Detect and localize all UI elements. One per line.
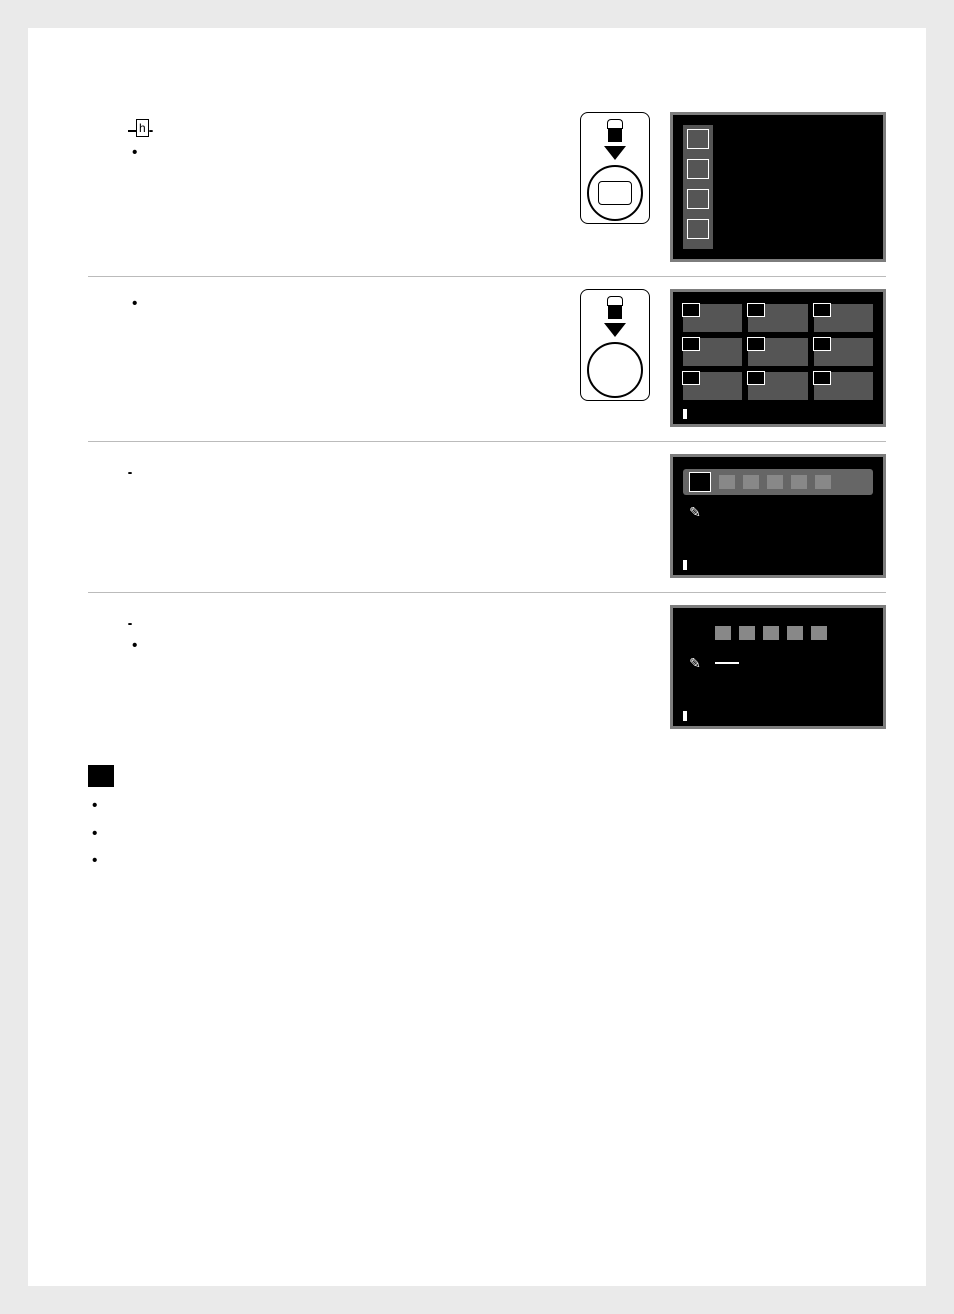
note-bullet [88,823,886,845]
color-swatch [715,626,731,640]
color-swatch [815,475,831,489]
lcd-footer [683,559,873,571]
menu-slot-date [687,219,709,239]
note-bullet-list [88,795,886,872]
folder-cell [683,304,742,332]
folder-cell [814,338,873,366]
color-swatch [791,475,807,489]
folder-cell [683,372,742,400]
step-2-note [128,295,570,313]
icon-option: ✎ [683,504,707,521]
manual-page: h [28,28,926,1286]
folder-cell [814,372,873,400]
color-swatch [811,626,827,640]
color-swatch [743,475,759,489]
step-3-text [128,454,670,480]
menu-slot-play [687,129,709,149]
step-1: h [88,100,886,277]
color-swatch [719,475,735,489]
menu-slot-auto [687,189,709,209]
camera-menu-diagram [570,289,660,401]
note-heading-row [88,765,886,787]
step-3: ✎ [88,442,886,593]
lcd-choose-icon-color: ✎ [670,454,886,578]
note-bullet [88,850,886,872]
color-swatch [739,626,755,640]
color-swatch [787,626,803,640]
lcd-playback-menu [670,112,886,262]
color-swatch [767,475,783,489]
ok-icon [128,472,132,474]
step-1-text: h [128,112,570,138]
step-number [88,605,128,729]
lcd-label-favorite-pictures [729,145,749,153]
step-1-note [128,144,570,162]
lcd-folder-grid [670,289,886,427]
step-2 [88,277,886,442]
step-number [88,112,128,262]
check-icon [88,765,114,787]
lcd-footer [683,710,873,722]
lcd-footer [683,408,873,420]
step-4-note [128,637,670,655]
icon-option-selected [715,662,739,664]
down-arrow-icon [604,323,626,337]
camera-button-diagram [570,112,660,224]
folder-cell [748,338,807,366]
note-bullet [88,795,886,817]
lcd-choose-icon: ✎ [670,605,886,729]
down-arrow-icon [604,146,626,160]
folder-cell [748,372,807,400]
step-number [88,289,128,427]
ok-icon [128,623,132,625]
favorites-mode-icon: h [136,119,149,137]
folder-cell [748,304,807,332]
menu-slot-fav [687,159,709,179]
folder-cell [683,338,742,366]
step-number [88,454,128,578]
folder-cell [814,304,873,332]
color-swatch [763,626,779,640]
ok-icon [149,130,153,132]
play-icon [128,130,136,132]
step-4: ✎ [88,593,886,743]
color-cursor-icon [689,472,711,492]
icon-option: ✎ [683,655,707,672]
step-4-text [128,605,670,631]
